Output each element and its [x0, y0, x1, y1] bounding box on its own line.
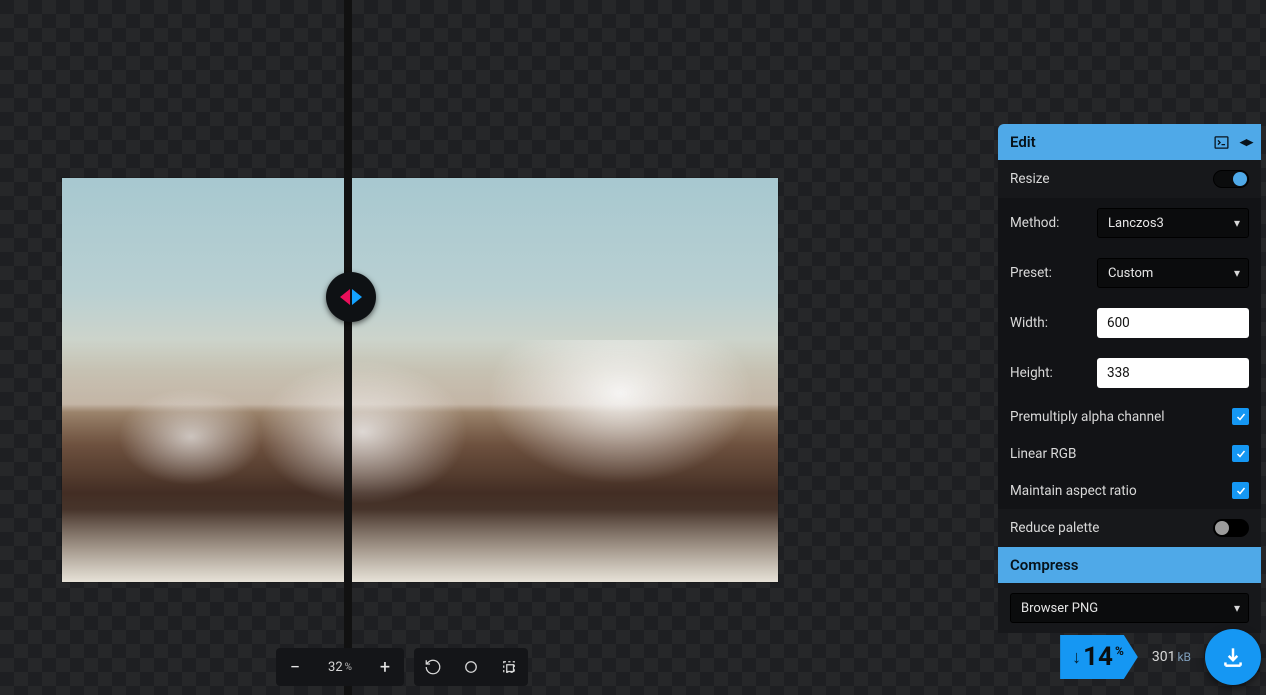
compare-handle[interactable] [326, 272, 376, 322]
crop-icon [500, 658, 518, 676]
premultiply-row: Premultiply alpha channel [998, 398, 1261, 435]
collapse-panel-icon[interactable]: ◂▸ [1240, 136, 1253, 149]
resize-toggle[interactable] [1213, 170, 1249, 188]
file-size: 301kB [1152, 649, 1191, 665]
preview-image[interactable] [62, 178, 778, 582]
resize-label: Resize [1010, 171, 1049, 187]
codec-select[interactable]: Browser PNG ▾ [1010, 593, 1249, 623]
compare-divider[interactable] [344, 0, 352, 695]
result-footer: ↓ 14 % 301kB [1060, 629, 1261, 685]
aspect-row: Maintain aspect ratio [998, 472, 1261, 509]
height-input[interactable] [1097, 358, 1249, 388]
background-toggle-button[interactable] [452, 648, 490, 686]
width-input[interactable] [1097, 308, 1249, 338]
linear-rgb-label: Linear RGB [1010, 446, 1076, 462]
linear-rgb-checkbox[interactable] [1232, 445, 1249, 462]
zoom-out-button[interactable]: − [276, 648, 314, 686]
method-select[interactable]: Lanczos3 ▾ [1097, 208, 1249, 238]
zoom-unit: % [345, 662, 352, 673]
width-label: Width: [1010, 315, 1048, 331]
linear-rgb-row: Linear RGB [998, 435, 1261, 472]
rotate-button[interactable] [414, 648, 452, 686]
compare-left-icon [340, 289, 350, 305]
preset-label: Preset: [1010, 265, 1052, 281]
settings-panel: Edit ◂▸ Resize Method: Lanczos3 ▾ Preset… [998, 124, 1261, 633]
aspect-label: Maintain aspect ratio [1010, 483, 1137, 499]
zoom-number: 32 [328, 660, 343, 675]
download-icon [1220, 644, 1246, 670]
ratio-value: 14 [1083, 635, 1113, 679]
size-value: 301 [1152, 649, 1176, 665]
preset-select[interactable]: Custom ▾ [1097, 258, 1249, 288]
compression-ratio-badge: ↓ 14 % [1060, 635, 1138, 679]
cli-icon[interactable] [1213, 134, 1230, 151]
preset-row: Preset: Custom ▾ [998, 248, 1261, 298]
compress-section-header[interactable]: Compress [998, 547, 1261, 583]
height-label: Height: [1010, 365, 1053, 381]
zoom-in-button[interactable]: + [366, 648, 404, 686]
size-unit: kB [1177, 650, 1191, 664]
height-row: Height: [998, 348, 1261, 398]
reduce-palette-row: Reduce palette [998, 509, 1261, 547]
edit-section-header[interactable]: Edit ◂▸ [998, 124, 1261, 160]
download-button[interactable] [1205, 629, 1261, 685]
resize-row: Resize [998, 160, 1261, 198]
original-size-button[interactable] [490, 648, 528, 686]
width-row: Width: [998, 298, 1261, 348]
rotate-icon [424, 658, 442, 676]
circle-icon [462, 658, 480, 676]
chevron-down-icon: ▾ [1234, 216, 1240, 230]
method-row: Method: Lanczos3 ▾ [998, 198, 1261, 248]
down-arrow-icon: ↓ [1072, 647, 1081, 668]
chevron-down-icon: ▾ [1234, 601, 1240, 615]
method-value: Lanczos3 [1108, 216, 1164, 231]
compare-right-icon [352, 289, 362, 305]
reduce-palette-toggle[interactable] [1213, 519, 1249, 537]
zoom-value[interactable]: 32 % [314, 648, 366, 686]
codec-value: Browser PNG [1021, 601, 1098, 616]
chevron-down-icon: ▾ [1234, 266, 1240, 280]
reduce-palette-label: Reduce palette [1010, 520, 1099, 536]
premultiply-label: Premultiply alpha channel [1010, 409, 1165, 425]
premultiply-checkbox[interactable] [1232, 408, 1249, 425]
aspect-checkbox[interactable] [1232, 482, 1249, 499]
zoom-toolbar: − 32 % + [276, 648, 528, 686]
method-label: Method: [1010, 215, 1059, 231]
compress-title: Compress [1010, 556, 1079, 574]
ratio-unit: % [1115, 644, 1124, 658]
preset-value: Custom [1108, 266, 1153, 281]
edit-title: Edit [1010, 133, 1036, 151]
